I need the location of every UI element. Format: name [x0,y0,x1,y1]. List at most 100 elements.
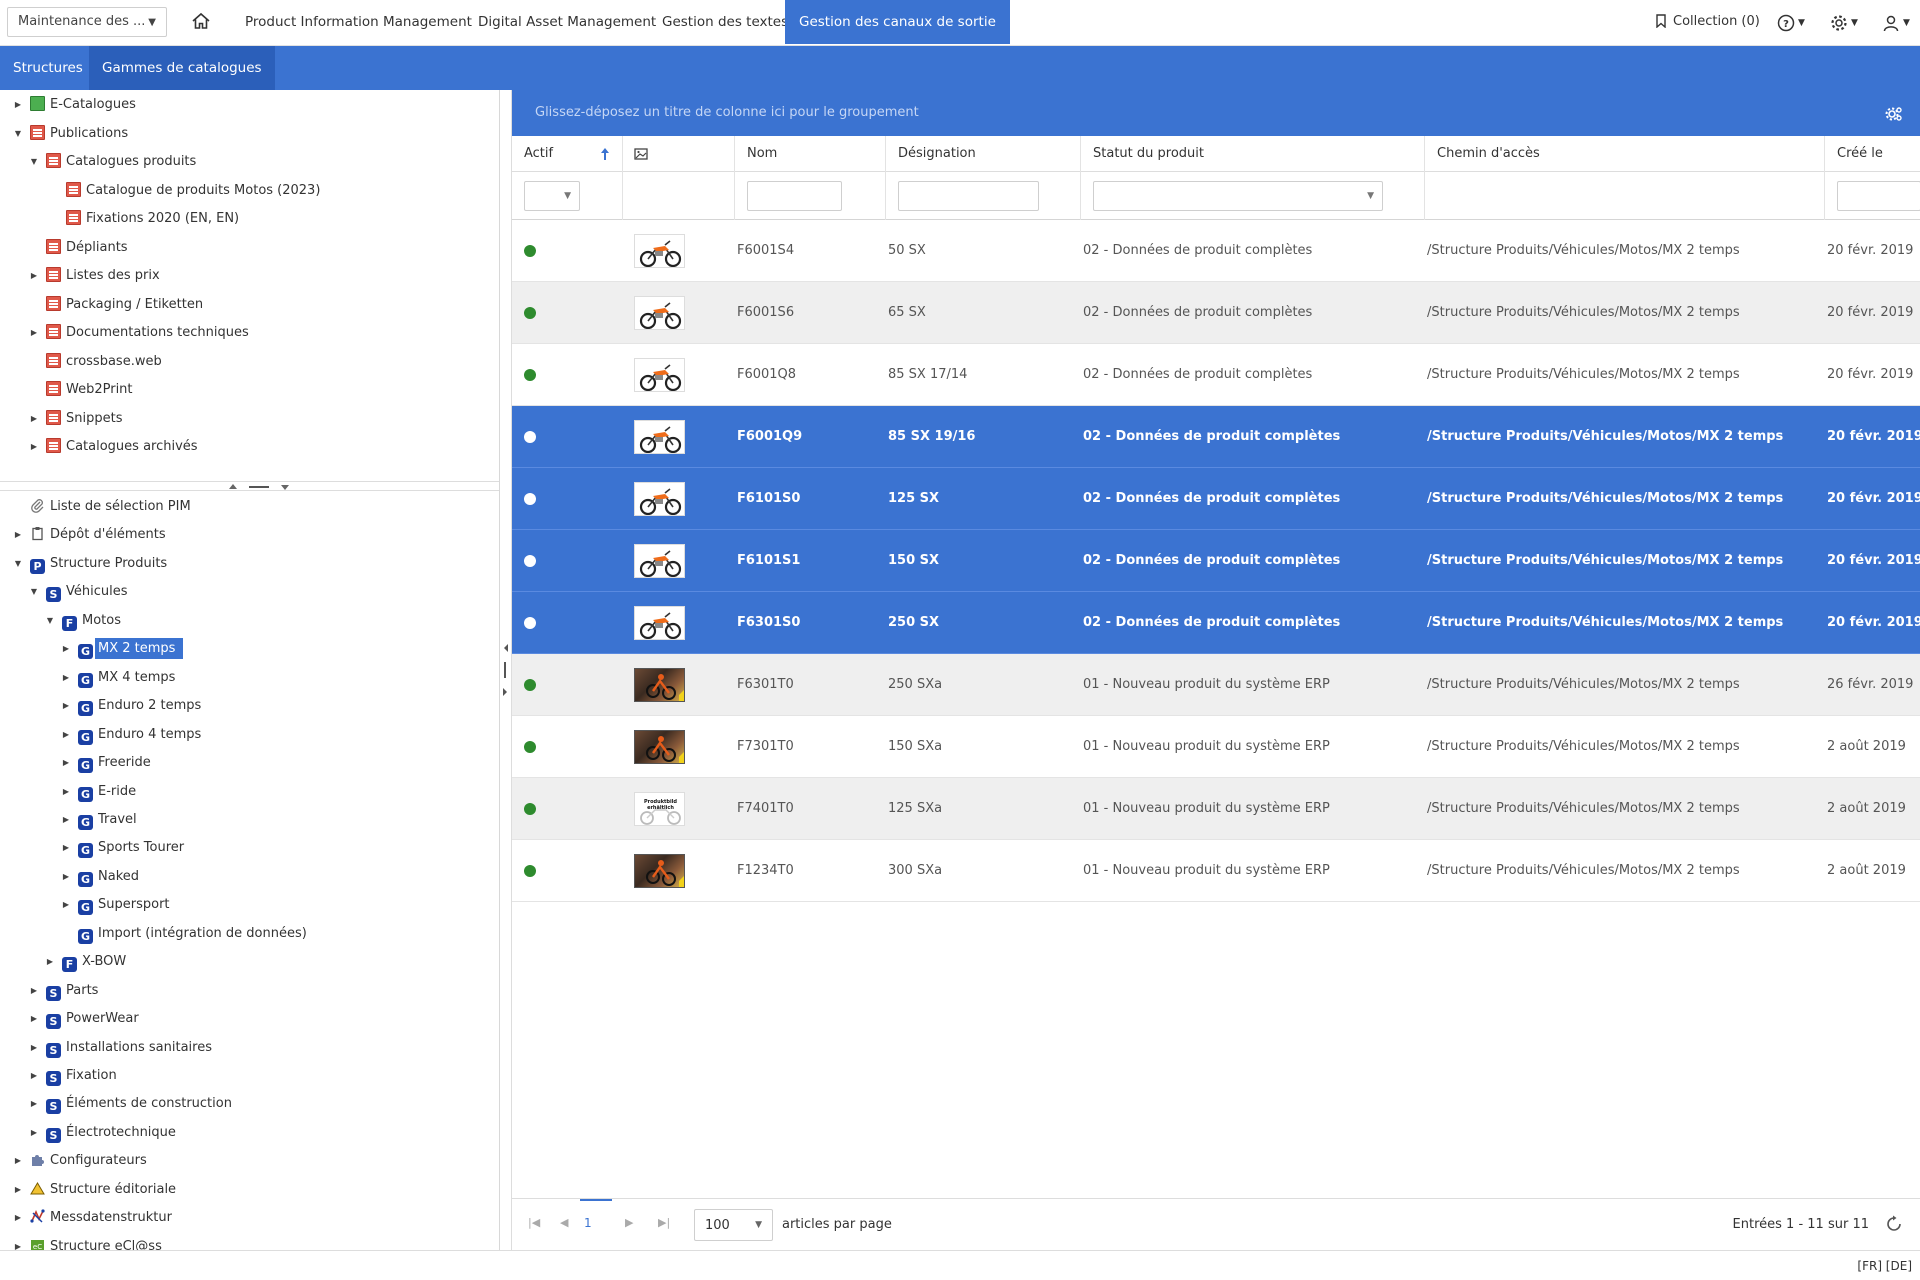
nav-tab-dam[interactable]: Digital Asset Management [464,0,670,44]
user-menu[interactable]: ▼ [1882,12,1910,34]
next-page-icon[interactable]: ▶ [625,1216,633,1229]
tree-item-catalogues-produits[interactable]: ▼ Catalogues produits [28,151,199,173]
table-row[interactable]: F7301T0 150 SXa 01 - Nouveau produit du sy… [512,716,1920,778]
page-size-select[interactable]: 100 ▼ [694,1209,773,1241]
caret-right-icon[interactable]: ▶ [60,837,72,859]
nav-tab-output-channels[interactable]: Gestion des canaux de sortie [785,0,1010,44]
caret-right-icon[interactable]: ▶ [28,1122,40,1144]
tree-item-motos[interactable]: ▼ F Motos [44,610,124,632]
product-thumbnail[interactable] [634,668,685,702]
column-header-active[interactable]: Actif [512,136,623,172]
collection-button[interactable]: Collection (0) [1655,0,1760,44]
caret-right-icon[interactable]: ▶ [12,1236,24,1250]
caret-right-icon[interactable]: ▶ [28,1065,40,1087]
tab-catalogue-ranges[interactable]: Gammes de catalogues [89,46,275,90]
caret-right-icon[interactable]: ▶ [60,724,72,746]
table-row[interactable]: F6001S6 65 SX 02 - Données de produit comp… [512,282,1920,344]
table-row[interactable]: F6001Q8 85 SX 17/14 02 - Données de produi… [512,344,1920,406]
tree-item-naked[interactable]: ▶ G Naked [60,866,142,888]
product-thumbnail[interactable] [634,854,685,888]
tree-item-freeride[interactable]: ▶ G Freeride [60,752,154,774]
caret-right-icon[interactable]: ▶ [44,951,56,973]
caret-right-icon[interactable]: ▶ [12,94,24,116]
grid-settings-icon[interactable] [1885,105,1903,123]
sort-ascending-icon[interactable] [600,147,610,161]
tree-item-parts[interactable]: ▶ S Parts [28,980,101,1002]
caret-right-icon[interactable]: ▶ [12,1207,24,1229]
column-header-path[interactable]: Chemin d'accès [1425,136,1825,172]
caret-right-icon[interactable]: ▶ [60,667,72,689]
product-thumbnail[interactable] [634,420,685,454]
caret-right-icon[interactable]: ▶ [28,265,40,287]
table-row[interactable]: F6101S0 125 SX 02 - Données de produit com… [512,468,1920,530]
tree-item-enduro-2-temps[interactable]: ▶ G Enduro 2 temps [60,695,204,717]
table-row[interactable]: F6301S0 250 SX 02 - Données de produit com… [512,592,1920,654]
column-header-designation[interactable]: Désignation [886,136,1081,172]
caret-right-icon[interactable]: ▶ [28,1093,40,1115]
tree-item-enduro-4-temps[interactable]: ▶ G Enduro 4 temps [60,724,204,746]
table-row[interactable]: F6001Q9 85 SX 19/16 02 - Données de produi… [512,406,1920,468]
product-thumbnail[interactable] [634,544,685,578]
product-thumbnail[interactable] [634,482,685,516]
tree-item-import-integration-de-donnees[interactable]: G Import (intégration de données) [60,923,310,945]
tree-item-structure-produits[interactable]: ▼ P Structure Produits [12,553,170,575]
help-menu[interactable]: ? ▼ [1777,12,1805,34]
product-thumbnail[interactable]: Produktbild erhältlich [634,792,685,826]
column-header-status[interactable]: Statut du produit [1081,136,1425,172]
filter-designation-input[interactable] [898,181,1039,211]
tree-item-elements-de-construction[interactable]: ▶ S Éléments de construction [28,1093,235,1115]
tree-item-fixations-2020-en-en[interactable]: Fixations 2020 (EN, EN) [48,208,242,230]
tree-item-fixation[interactable]: ▶ S Fixation [28,1065,120,1087]
product-thumbnail[interactable] [634,234,685,268]
table-row[interactable]: F6301T0 250 SXa 01 - Nouveau produit du sy… [512,654,1920,716]
table-row[interactable]: F6101S1 150 SX 02 - Données de produit com… [512,530,1920,592]
filter-created-input[interactable] [1837,181,1920,211]
table-row[interactable]: Produktbild erhältlich F7401T0 125 SXa 01 -… [512,778,1920,840]
caret-right-icon[interactable]: ▶ [28,1037,40,1059]
tree-item-vehicules[interactable]: ▼ S Véhicules [28,581,131,603]
tree-item-listes-des-prix[interactable]: ▶ Listes des prix [28,265,163,287]
caret-down-icon[interactable]: ▼ [12,553,24,575]
table-row[interactable]: F6001S4 50 SX 02 - Données de produit comp… [512,220,1920,282]
column-header-created[interactable]: Créé le [1825,136,1920,172]
tree-item-powerwear[interactable]: ▶ S PowerWear [28,1008,142,1030]
caret-right-icon[interactable]: ▶ [60,695,72,717]
caret-down-icon[interactable]: ▼ [28,581,40,603]
caret-right-icon[interactable]: ▶ [60,809,72,831]
caret-down-icon[interactable]: ▼ [28,151,40,173]
panel-collapse-handle[interactable] [500,640,511,700]
caret-right-icon[interactable]: ▶ [28,322,40,344]
caret-right-icon[interactable]: ▶ [60,752,72,774]
first-page-icon[interactable]: |◀ [528,1216,540,1229]
tree-item-catalogue-de-produits-motos-2023[interactable]: Catalogue de produits Motos (2023) [48,180,323,202]
caret-down-icon[interactable]: ▼ [44,610,56,632]
tree-item-mx-2-temps[interactable]: ▶ G MX 2 temps [60,638,184,660]
tree-item-sports-tourer[interactable]: ▶ G Sports Tourer [60,837,187,859]
product-thumbnail[interactable] [634,296,685,330]
tree-item-messdatenstruktur[interactable]: ▶ Messdatenstruktur [12,1207,175,1229]
caret-down-icon[interactable]: ▼ [12,123,24,145]
tree-item-liste-de-selection-pim[interactable]: Liste de sélection PIM [12,496,194,518]
caret-right-icon[interactable]: ▶ [12,1150,24,1172]
table-row[interactable]: F1234T0 300 SXa 01 - Nouveau produit du sy… [512,840,1920,902]
column-header-image[interactable] [623,136,735,172]
tree-item-structure-ecl-ss[interactable]: ▶ eC Structure eCl@ss [12,1236,165,1250]
tree-item-electrotechnique[interactable]: ▶ S Électrotechnique [28,1122,179,1144]
tree-item-supersport[interactable]: ▶ G Supersport [60,894,173,916]
settings-menu[interactable]: ▼ [1830,12,1858,34]
tree-item-snippets[interactable]: ▶ Snippets [28,408,125,430]
caret-right-icon[interactable]: ▶ [12,524,24,546]
previous-page-icon[interactable]: ◀ [560,1216,568,1229]
module-select[interactable]: Maintenance des ... ▼ [7,7,167,37]
caret-right-icon[interactable]: ▶ [60,866,72,888]
caret-right-icon[interactable]: ▶ [60,781,72,803]
home-button[interactable] [190,10,216,36]
tree-item-configurateurs[interactable]: ▶ Configurateurs [12,1150,150,1172]
caret-right-icon[interactable]: ▶ [60,894,72,916]
tree-splitter[interactable] [0,481,499,491]
tree-item-packaging-etiketten[interactable]: Packaging / Etiketten [28,294,206,316]
caret-right-icon[interactable]: ▶ [28,408,40,430]
page-number[interactable]: 1 [584,1216,592,1230]
language-switch[interactable]: [FR] [DE] [1857,1259,1912,1273]
tree-item-structure-editoriale[interactable]: ▶ Structure éditoriale [12,1179,179,1201]
